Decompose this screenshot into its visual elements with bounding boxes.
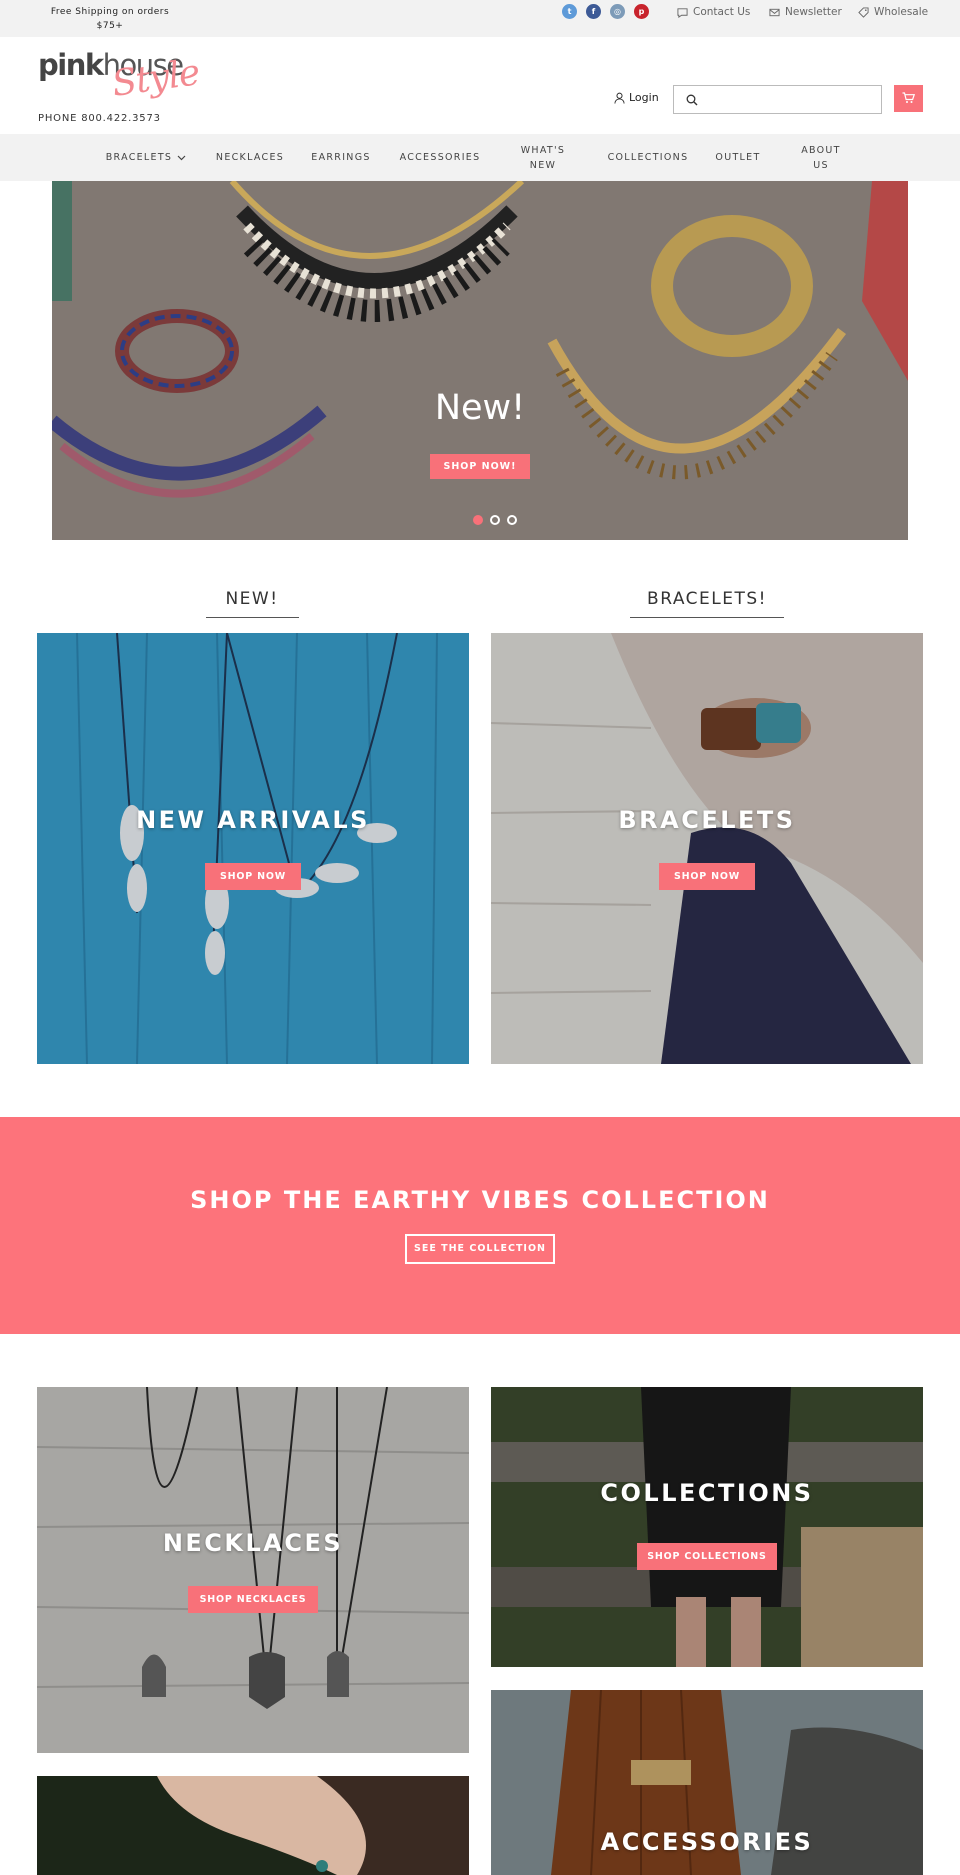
nav-accessories[interactable]: ACCESSORIES bbox=[398, 134, 482, 181]
bracelets-image bbox=[491, 633, 923, 1064]
earrings-tile[interactable] bbox=[37, 1776, 469, 1875]
new-arrivals-image bbox=[37, 633, 469, 1064]
user-icon bbox=[614, 92, 625, 104]
new-arrivals-title: NEW ARRIVALS bbox=[136, 806, 370, 834]
contact-us-link[interactable]: Contact Us bbox=[677, 6, 750, 18]
phone-number: PHONE 800.422.3573 bbox=[38, 113, 161, 124]
contact-us-label: Contact Us bbox=[693, 6, 751, 18]
instagram-icon[interactable]: ◎ bbox=[610, 4, 625, 19]
earthy-vibes-banner bbox=[0, 1117, 960, 1334]
hero-title: New! bbox=[434, 388, 526, 428]
nav-whats-new[interactable]: WHAT'S NEW bbox=[513, 134, 573, 181]
slider-dot-3[interactable] bbox=[507, 515, 517, 525]
new-heading: NEW! bbox=[225, 589, 279, 609]
nav-bracelets[interactable]: BRACELETS bbox=[104, 134, 188, 181]
nav-earrings[interactable]: EARRINGS bbox=[307, 134, 375, 181]
accessories-title: ACCESSORIES bbox=[600, 1828, 814, 1856]
collections-tile[interactable]: COLLECTIONS SHOP COLLECTIONS bbox=[491, 1387, 923, 1667]
bracelets-shop-button[interactable]: SHOP NOW bbox=[659, 863, 755, 890]
nav-outlet[interactable]: OUTLET bbox=[713, 134, 763, 181]
search-icon bbox=[686, 94, 698, 106]
necklaces-shop-button[interactable]: SHOP NECKLACES bbox=[188, 1586, 318, 1613]
collections-title: COLLECTIONS bbox=[600, 1479, 814, 1507]
twitter-icon[interactable]: t bbox=[562, 4, 577, 19]
necklaces-title: NECKLACES bbox=[162, 1529, 344, 1557]
site-logo[interactable]: pinkhouse Style bbox=[38, 48, 208, 108]
wholesale-link[interactable]: Wholesale bbox=[858, 6, 928, 18]
newsletter-link[interactable]: Newsletter bbox=[769, 6, 842, 18]
pinterest-icon[interactable]: p bbox=[634, 4, 649, 19]
hero-jewelry-image bbox=[52, 181, 908, 540]
collections-image bbox=[491, 1387, 923, 1667]
bracelets-tile[interactable]: BRACELETS SHOP NOW bbox=[491, 633, 923, 1064]
bracelets-title: BRACELETS bbox=[618, 806, 796, 834]
search-box[interactable] bbox=[673, 85, 882, 114]
see-collection-button[interactable]: SEE THE COLLECTION bbox=[405, 1234, 555, 1264]
nav-about-us[interactable]: ABOUT US bbox=[796, 134, 846, 181]
nav-collections[interactable]: COLLECTIONS bbox=[606, 134, 690, 181]
login-link[interactable]: Login bbox=[614, 91, 659, 104]
free-shipping-promo: Free Shipping on orders $75+ bbox=[50, 7, 170, 31]
wholesale-label: Wholesale bbox=[874, 6, 929, 18]
earthy-vibes-title: SHOP THE EARTHY VIBES COLLECTION bbox=[190, 1186, 770, 1214]
slider-dot-2[interactable] bbox=[490, 515, 500, 525]
bracelets-heading: BRACELETS! bbox=[647, 589, 767, 609]
new-arrivals-tile[interactable]: NEW ARRIVALS SHOP NOW bbox=[37, 633, 469, 1064]
login-label: Login bbox=[629, 91, 659, 104]
chevron-down-icon bbox=[177, 155, 186, 160]
nav-bracelets-label: BRACELETS bbox=[105, 152, 173, 163]
new-heading-underline bbox=[206, 617, 299, 618]
search-input[interactable] bbox=[704, 90, 874, 110]
nav-about-line1: ABOUT bbox=[801, 144, 841, 156]
logo-text-bold: pink bbox=[38, 48, 104, 82]
nav-about-line2: US bbox=[813, 159, 829, 171]
slider-dot-1[interactable] bbox=[473, 515, 483, 525]
necklaces-tile[interactable]: NECKLACES SHOP NECKLACES bbox=[37, 1387, 469, 1753]
earrings-image bbox=[37, 1776, 469, 1875]
chat-bubble-icon bbox=[677, 7, 688, 18]
nav-whats-new-line1: WHAT'S bbox=[520, 144, 566, 156]
bracelets-heading-underline bbox=[630, 617, 784, 618]
envelope-icon bbox=[769, 8, 780, 16]
new-arrivals-shop-button[interactable]: SHOP NOW bbox=[205, 863, 301, 890]
nav-necklaces[interactable]: NECKLACES bbox=[210, 134, 290, 181]
necklaces-image bbox=[37, 1387, 469, 1753]
collections-shop-button[interactable]: SHOP COLLECTIONS bbox=[637, 1543, 777, 1570]
nav-whats-new-line2: NEW bbox=[529, 159, 557, 171]
newsletter-label: Newsletter bbox=[785, 6, 842, 18]
accessories-tile[interactable]: ACCESSORIES bbox=[491, 1690, 923, 1875]
cart-icon bbox=[902, 92, 915, 103]
hero-shop-now-button[interactable]: SHOP NOW! bbox=[430, 454, 530, 479]
cart-button[interactable] bbox=[894, 85, 923, 112]
tag-icon bbox=[858, 6, 869, 18]
hero-slider[interactable] bbox=[52, 181, 908, 540]
facebook-icon[interactable]: f bbox=[586, 4, 601, 19]
